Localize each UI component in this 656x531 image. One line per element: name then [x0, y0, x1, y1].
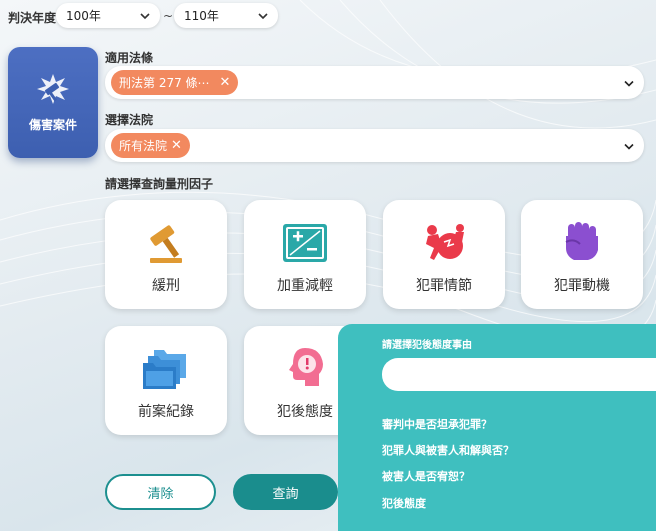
factors-label: 請選擇查詢量刑因子	[105, 177, 214, 191]
factor-tile-circumstances[interactable]: 犯罪情節	[383, 200, 505, 309]
court-select[interactable]: 所有法院 ✕	[105, 129, 644, 162]
attitude-search-input[interactable]	[382, 358, 656, 391]
year-range-separator: ~	[163, 9, 174, 23]
factor-tile-label: 緩刑	[152, 278, 180, 294]
factor-tile-probation[interactable]: 緩刑	[105, 200, 227, 309]
court-label: 選擇法院	[105, 113, 154, 127]
court-chip-label: 所有法院	[119, 139, 168, 153]
panel-title: 請選擇犯後態度事由	[382, 340, 472, 351]
attitude-option[interactable]: 犯罪人與被害人和解與否？	[382, 442, 514, 458]
factor-tile-label: 犯罪動機	[554, 278, 610, 294]
category-card-injury[interactable]: 傷害案件	[8, 47, 98, 158]
factor-tile-label: 加重減輕	[277, 278, 333, 294]
court-chip[interactable]: 所有法院 ✕	[111, 133, 190, 158]
attitude-option[interactable]: 被害人是否宥恕？	[382, 468, 470, 484]
gavel-burst-icon	[37, 74, 69, 104]
year-from-value: 100年	[66, 9, 101, 23]
chevron-down-icon	[258, 12, 268, 19]
query-button[interactable]: 查詢	[233, 474, 338, 510]
attitude-option[interactable]: 審判中是否坦承犯罪？	[382, 416, 492, 432]
factor-tile-prior-record[interactable]: 前案紀錄	[105, 326, 227, 435]
fist-icon	[565, 222, 598, 260]
factor-tile-label: 犯後態度	[277, 404, 333, 420]
law-chip-label: 刑法第 277 條⋯	[119, 76, 210, 90]
chip-remove-icon[interactable]: ✕	[220, 75, 231, 90]
chevron-down-icon[interactable]	[624, 73, 634, 92]
factor-tile-label: 前案紀錄	[138, 404, 194, 420]
attitude-options-panel: 請選擇犯後態度事由 審判中是否坦承犯罪？ 犯罪人與被害人和解與否？ 被害人是否宥…	[338, 324, 656, 531]
year-to-select[interactable]: 110年	[174, 3, 278, 28]
law-label: 適用法條	[105, 51, 154, 65]
folder-icon	[143, 350, 186, 389]
plus-minus-icon	[283, 224, 327, 262]
year-to-value: 110年	[184, 9, 219, 23]
category-label: 傷害案件	[28, 118, 77, 132]
factor-tile-adjustment[interactable]: 加重減輕	[244, 200, 366, 309]
fight-icon	[426, 224, 464, 260]
chip-remove-icon[interactable]: ✕	[171, 138, 182, 153]
head-alert-icon	[289, 348, 323, 386]
year-from-select[interactable]: 100年	[56, 3, 160, 28]
factor-tile-motive[interactable]: 犯罪動機	[521, 200, 643, 309]
law-select[interactable]: 刑法第 277 條⋯ ✕	[105, 66, 644, 99]
chevron-down-icon	[140, 12, 150, 19]
factor-tile-label: 犯罪情節	[416, 278, 472, 294]
gavel-icon	[150, 225, 182, 263]
law-chip[interactable]: 刑法第 277 條⋯ ✕	[111, 70, 239, 95]
chevron-down-icon[interactable]	[624, 136, 634, 155]
year-range-label: 判決年度	[8, 11, 57, 25]
clear-button[interactable]: 清除	[105, 474, 216, 510]
attitude-option[interactable]: 犯後態度	[382, 495, 426, 511]
